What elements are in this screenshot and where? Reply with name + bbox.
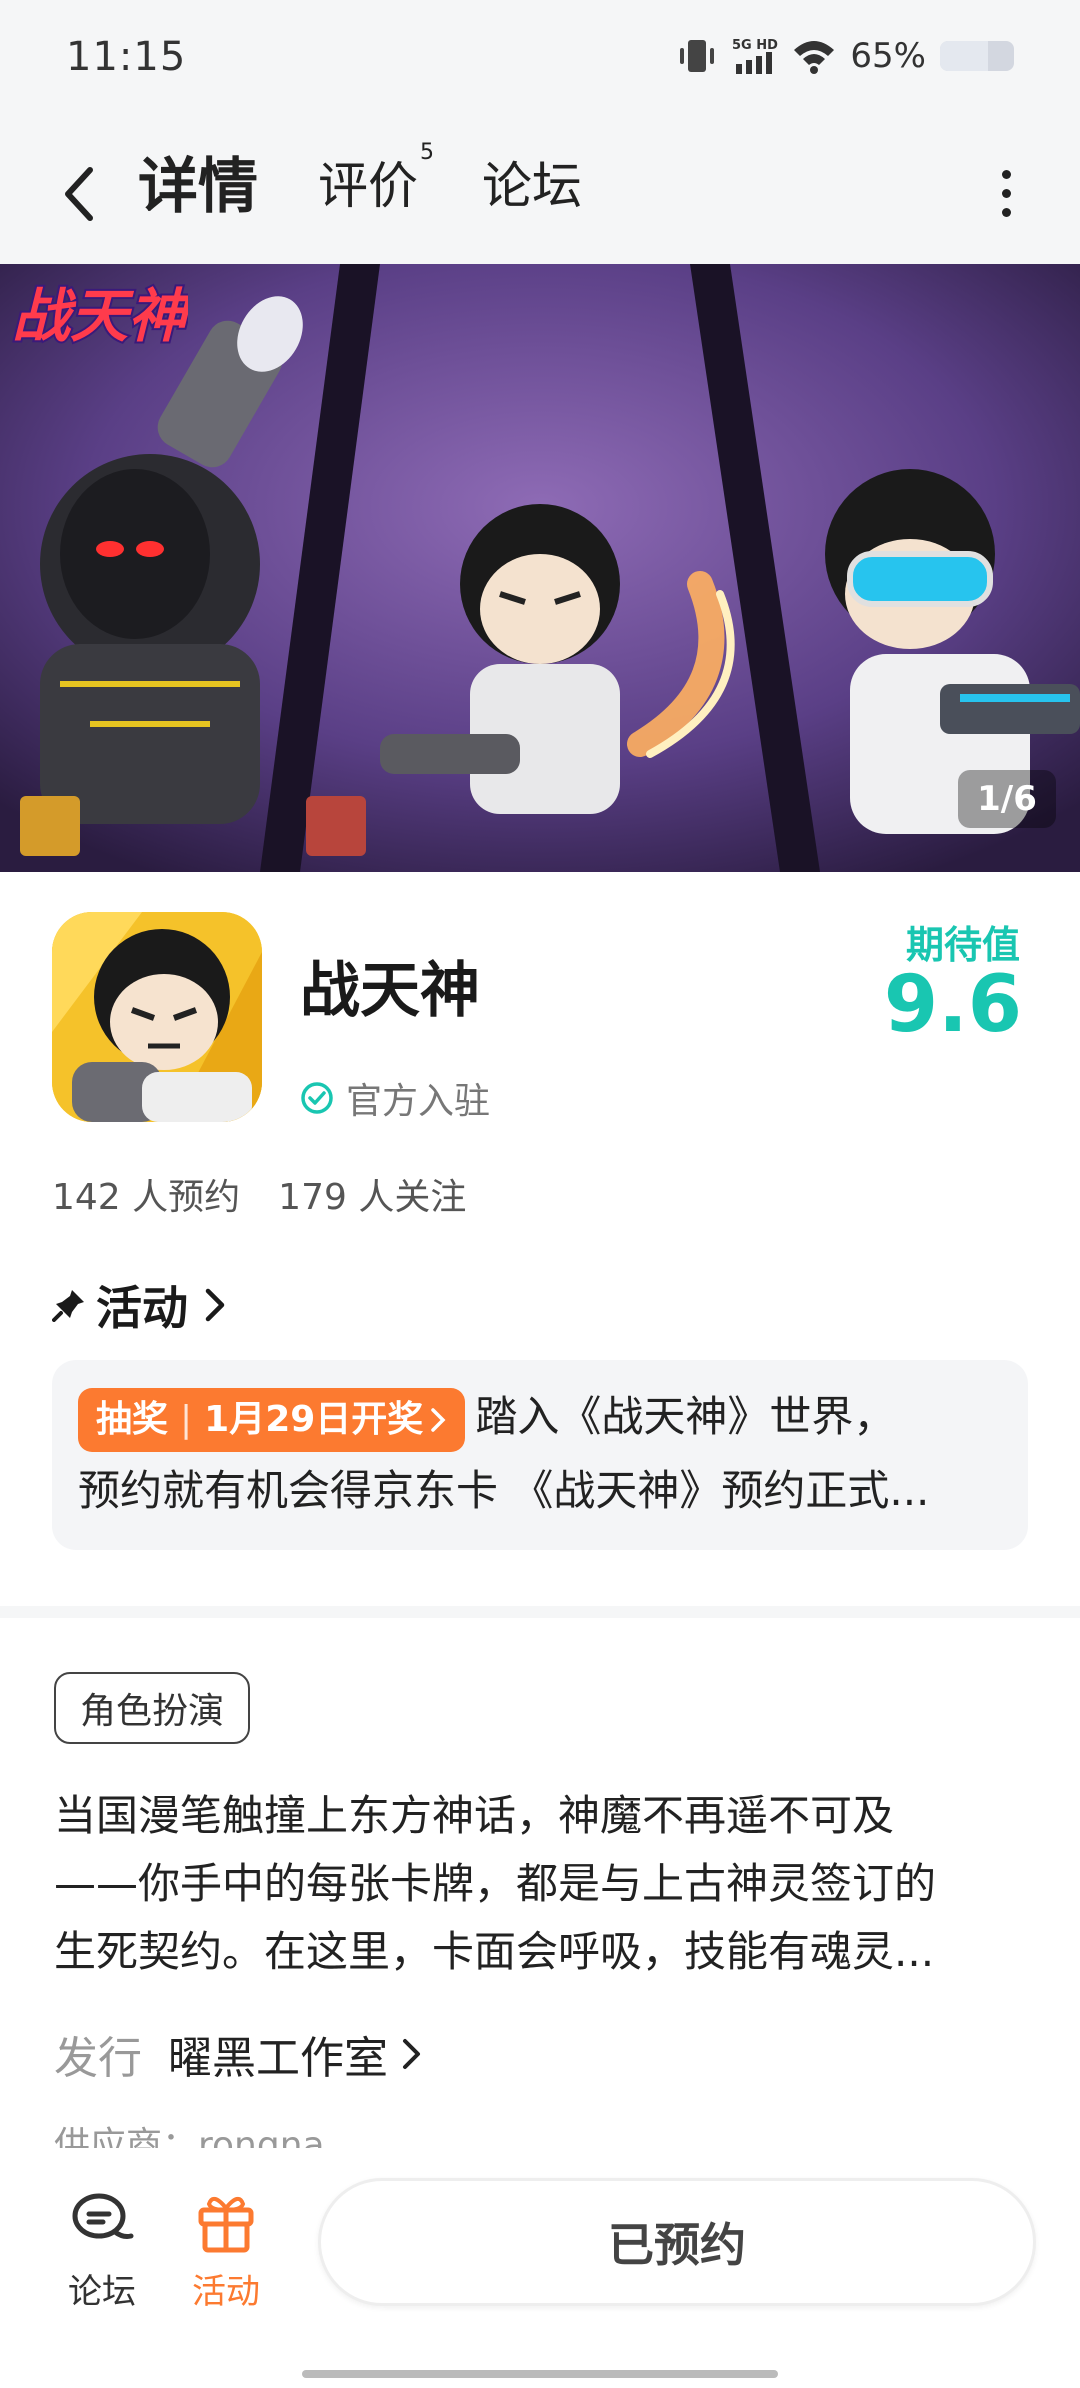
game-logo-text: 战天神	[12, 282, 188, 350]
game-logo: 战天神	[10, 280, 188, 352]
game-title: 战天神	[300, 956, 480, 1026]
net-label: 5G HD	[732, 38, 778, 53]
description-line: 生死契约。在这里，卡面会呼吸，技能有魂灵...	[54, 1927, 935, 1976]
lottery-badge[interactable]: 抽奖 | 1月29日开奖	[78, 1387, 466, 1452]
screenshot-carousel[interactable]: 战天神 1/6	[0, 264, 1080, 872]
tab-detail[interactable]: 详情	[130, 138, 264, 235]
back-button[interactable]	[44, 154, 114, 234]
more-options-button[interactable]	[976, 158, 1036, 228]
review-count-badge: 5	[420, 140, 434, 165]
activity-card[interactable]: 抽奖 | 1月29日开奖 踏入《战天神》世界， 预约就有机会得京东卡 《战天神》…	[52, 1360, 1028, 1550]
battery-fill	[940, 41, 989, 71]
activity-text-line1: 踏入《战天神》世界，	[475, 1392, 896, 1441]
tab-detail-label: 详情	[138, 152, 258, 222]
signal-icon: 5G HD	[732, 38, 778, 74]
tab-forum[interactable]: 论坛	[482, 146, 582, 218]
status-time: 11:15	[66, 34, 187, 80]
gift-icon	[198, 2196, 254, 2253]
tab-forum-label: 论坛	[482, 157, 582, 215]
back-arrow-icon	[65, 167, 93, 221]
game-description[interactable]: 当国漫笔触撞上东方神话，神魔不再遥不可及 ——你手中的每张卡牌，都是与上古神灵签…	[54, 1782, 1024, 1986]
chat-bubble-icon	[72, 2193, 134, 2239]
carousel-counter: 1/6	[958, 770, 1056, 828]
description-line: 当国漫笔触撞上东方神话，神魔不再遥不可及	[54, 1791, 895, 1840]
lottery-badge-type: 抽奖	[96, 1398, 169, 1440]
detail-content: 战天神 官方入驻 期待值 9.6 142 人预约 179 人关注 活动 抽奖 |…	[0, 872, 1080, 2172]
description-line: ——你手中的每张卡牌，都是与上古神灵签订的	[54, 1859, 937, 1908]
more-dot-icon	[1001, 207, 1011, 217]
game-stats: 142 人预约 179 人关注	[52, 1168, 466, 1220]
genre-tag[interactable]: 角色扮演	[54, 1672, 251, 1744]
battery-icon	[940, 41, 1014, 71]
bottom-activity-label: 活动	[192, 2272, 260, 2312]
section-divider	[0, 1606, 1080, 1618]
publisher-name: 曜黑工作室	[168, 2033, 388, 2084]
more-dot-icon	[1001, 188, 1011, 198]
reservation-count: 142 人预约	[52, 1177, 241, 1218]
banner-artwork	[0, 264, 1080, 872]
chevron-right-icon	[205, 1288, 225, 1322]
tab-review[interactable]: 评价 5	[318, 140, 434, 218]
status-icons: 5G HD 65%	[676, 36, 1014, 76]
follower-count: 179 人关注	[278, 1177, 467, 1218]
reserved-button[interactable]: 已预约	[318, 2178, 1036, 2306]
bottom-forum-label: 论坛	[68, 2272, 136, 2312]
lottery-badge-date: 1月29日开奖	[204, 1398, 424, 1440]
badge-separator: |	[180, 1398, 193, 1440]
game-icon-art	[52, 912, 262, 1122]
top-nav-bar: 详情 评价 5 论坛	[0, 118, 1080, 264]
wifi-icon	[794, 41, 835, 74]
more-dot-icon	[1001, 169, 1011, 179]
activity-section-header[interactable]: 活动	[52, 1272, 228, 1338]
bottom-forum-button[interactable]: 论坛	[52, 2186, 152, 2313]
publisher-row[interactable]: 发行 曜黑工作室	[54, 2022, 424, 2086]
official-badge: 官方入驻	[300, 1072, 490, 1124]
official-label: 官方入驻	[346, 1081, 491, 1122]
chevron-right-icon	[431, 1407, 446, 1432]
verified-check-icon	[301, 1082, 333, 1114]
status-bar: 11:15 5G HD 65%	[0, 0, 1080, 118]
vibrate-icon	[680, 40, 715, 72]
tab-review-label: 评价	[318, 157, 418, 215]
expectation-score[interactable]: 9.6	[884, 960, 1022, 1050]
publisher-label: 发行	[54, 2033, 142, 2084]
home-indicator[interactable]	[302, 2370, 778, 2378]
chevron-right-icon	[403, 2039, 420, 2069]
battery-percent: 65%	[850, 36, 926, 76]
bottom-action-bar: 论坛 活动 已预约	[0, 2148, 1080, 2388]
pin-icon	[52, 1290, 84, 1322]
activity-title: 活动	[96, 1281, 188, 1335]
game-app-icon	[52, 912, 262, 1122]
bottom-activity-button[interactable]: 活动	[176, 2186, 276, 2313]
activity-text-line2: 预约就有机会得京东卡 《战天神》预约正式...	[78, 1466, 930, 1515]
